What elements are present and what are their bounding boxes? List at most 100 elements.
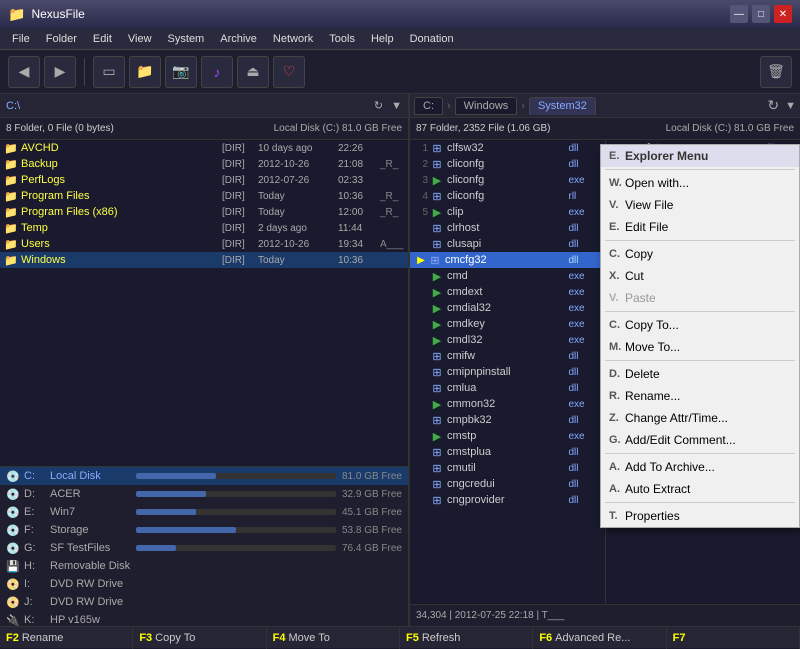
- drive-item-c[interactable]: 💿 C: Local Disk 81.0 GB Free: [0, 467, 408, 485]
- left-refresh-btn[interactable]: ↻: [374, 99, 383, 112]
- list-item[interactable]: 📁 Backup [DIR] 2012-10-26 21:08 _R_: [0, 156, 408, 172]
- favorite-button[interactable]: ♡: [273, 56, 305, 88]
- back-button[interactable]: ◀: [8, 56, 40, 88]
- menu-file[interactable]: File: [4, 31, 38, 47]
- file-icon: ⊞: [430, 493, 444, 507]
- left-file-list[interactable]: 📁 AVCHD [DIR] 10 days ago 22:26 📁 Backup…: [0, 140, 408, 466]
- ctx-rename[interactable]: R. Rename...: [601, 385, 799, 407]
- ctx-cut[interactable]: X. Cut: [601, 265, 799, 287]
- path-tab-c[interactable]: C:: [414, 97, 443, 115]
- list-item[interactable]: ⊞ cngprovider dll: [410, 492, 605, 508]
- drive-item-d[interactable]: 💿 D: ACER 32.9 GB Free: [0, 485, 408, 503]
- ctx-change-attr[interactable]: Z. Change Attr/Time...: [601, 407, 799, 429]
- new-folder-button[interactable]: 📁: [129, 56, 161, 88]
- menu-help[interactable]: Help: [363, 31, 402, 47]
- list-item[interactable]: 📁 Program Files [DIR] Today 10:36 _R_: [0, 188, 408, 204]
- menu-tools[interactable]: Tools: [321, 31, 363, 47]
- ctx-auto-extract[interactable]: A. Auto Extract: [601, 478, 799, 500]
- list-item[interactable]: ⊞ cmpbk32 dll: [410, 412, 605, 428]
- menu-network[interactable]: Network: [265, 31, 321, 47]
- ctx-view-file[interactable]: V. View File: [601, 194, 799, 216]
- list-item[interactable]: ▶ cmdkey exe: [410, 316, 605, 332]
- music-button[interactable]: ♪: [201, 56, 233, 88]
- menu-edit[interactable]: Edit: [85, 31, 120, 47]
- list-item[interactable]: ▶ ⊞ cmcfg32 dll: [410, 252, 605, 268]
- ctx-label: Copy: [625, 247, 787, 261]
- drive-item-i[interactable]: 📀 I: DVD RW Drive: [0, 575, 408, 593]
- list-item[interactable]: ⊞ cmstplua dll: [410, 444, 605, 460]
- list-item[interactable]: 📁 Windows [DIR] Today 10:36: [0, 252, 408, 268]
- list-item[interactable]: 5 ▶ clip exe: [410, 204, 605, 220]
- ctx-label: Explorer Menu: [625, 149, 787, 163]
- drive-item-h[interactable]: 💾 H: Removable Disk: [0, 557, 408, 575]
- list-item[interactable]: 📁 PerfLogs [DIR] 2012-07-26 02:33: [0, 172, 408, 188]
- bottom-f5-refresh[interactable]: F5 Refresh: [400, 627, 533, 649]
- list-item[interactable]: ▶ cmdl32 exe: [410, 332, 605, 348]
- bottom-f6-advanced[interactable]: F6 Advanced Re...: [533, 627, 666, 649]
- list-item[interactable]: ⊞ cmlua dll: [410, 380, 605, 396]
- ctx-add-comment[interactable]: G. Add/Edit Comment...: [601, 429, 799, 451]
- ctx-copy-to[interactable]: C. Copy To...: [601, 314, 799, 336]
- list-item[interactable]: 📁 Users [DIR] 2012-10-26 19:34 A___: [0, 236, 408, 252]
- ctx-explorer-menu[interactable]: E. Explorer Menu: [601, 145, 799, 167]
- ctx-edit-file[interactable]: E. Edit File: [601, 216, 799, 238]
- list-item[interactable]: ▶ cmmon32 exe: [410, 396, 605, 412]
- menu-donation[interactable]: Donation: [402, 31, 462, 47]
- ctx-move-to[interactable]: M. Move To...: [601, 336, 799, 358]
- list-item[interactable]: 3 ▶ cliconfg exe: [410, 172, 605, 188]
- list-item[interactable]: ⊞ cngcredui dll: [410, 476, 605, 492]
- maximize-button[interactable]: □: [752, 5, 770, 23]
- menu-system[interactable]: System: [160, 31, 213, 47]
- folder-button[interactable]: ▭: [93, 56, 125, 88]
- menu-archive[interactable]: Archive: [212, 31, 265, 47]
- list-item[interactable]: ▶ cmd exe: [410, 268, 605, 284]
- left-path-arrow[interactable]: ▼: [391, 100, 402, 112]
- right-path-arrow[interactable]: ▼: [785, 100, 796, 112]
- drive-item-j[interactable]: 📀 J: DVD RW Drive: [0, 593, 408, 611]
- list-item[interactable]: ▶ cmdial32 exe: [410, 300, 605, 316]
- ctx-open-with[interactable]: W. Open with...: [601, 172, 799, 194]
- list-item[interactable]: ▶ cmdext exe: [410, 284, 605, 300]
- bottom-f2-rename[interactable]: F2 Rename: [0, 627, 133, 649]
- drive-name: Win7: [50, 506, 130, 518]
- path-tab-system32[interactable]: System32: [529, 97, 596, 115]
- list-item[interactable]: ▶ cmstp exe: [410, 428, 605, 444]
- ctx-delete[interactable]: D. Delete: [601, 363, 799, 385]
- bottom-f4-move[interactable]: F4 Move To: [267, 627, 400, 649]
- screenshot-button[interactable]: 📷: [165, 56, 197, 88]
- drive-item-f[interactable]: 💿 F: Storage 53.8 GB Free: [0, 521, 408, 539]
- ctx-add-archive[interactable]: A. Add To Archive...: [601, 456, 799, 478]
- drive-item-e[interactable]: 💿 E: Win7 45.1 GB Free: [0, 503, 408, 521]
- right-file-list-left[interactable]: 1 ⊞ clfsw32 dll 2 ⊞ cliconfg dll 3 ▶ cli…: [410, 140, 606, 604]
- file-icon: ▶: [430, 429, 444, 443]
- list-item[interactable]: ⊞ cmifw dll: [410, 348, 605, 364]
- list-item[interactable]: 📁 AVCHD [DIR] 10 days ago 22:26: [0, 140, 408, 156]
- minimize-button[interactable]: —: [730, 5, 748, 23]
- list-item[interactable]: 📁 Temp [DIR] 2 days ago 11:44: [0, 220, 408, 236]
- bottom-f3-copy[interactable]: F3 Copy To: [133, 627, 266, 649]
- ctx-paste[interactable]: V. Paste: [601, 287, 799, 309]
- path-tab-windows[interactable]: Windows: [455, 97, 518, 115]
- drive-item-g[interactable]: 💿 G: SF TestFiles 76.4 GB Free: [0, 539, 408, 557]
- list-item[interactable]: 2 ⊞ cliconfg dll: [410, 156, 605, 172]
- list-item[interactable]: 1 ⊞ clfsw32 dll: [410, 140, 605, 156]
- close-button[interactable]: ✕: [774, 5, 792, 23]
- list-item[interactable]: ⊞ cmipnpinstall dll: [410, 364, 605, 380]
- drive-item-k[interactable]: 🔌 K: HP v165w: [0, 611, 408, 626]
- trash-button[interactable]: 🗑: [760, 56, 792, 88]
- list-item[interactable]: ⊞ clusapi dll: [410, 236, 605, 252]
- ctx-properties[interactable]: T. Properties: [601, 505, 799, 527]
- list-item[interactable]: 📁 Program Files (x86) [DIR] Today 12:00 …: [0, 204, 408, 220]
- list-item[interactable]: 4 ⊞ cliconfg rll: [410, 188, 605, 204]
- eject-button[interactable]: ⏏: [237, 56, 269, 88]
- right-refresh-btn[interactable]: ↻: [767, 97, 779, 114]
- list-item[interactable]: ⊞ clrhost dll: [410, 220, 605, 236]
- ctx-copy[interactable]: C. Copy: [601, 243, 799, 265]
- menu-view[interactable]: View: [120, 31, 160, 47]
- file-icon: ⊞: [430, 237, 444, 251]
- left-path-bar[interactable]: C:\ ↻ ▼: [0, 94, 408, 118]
- menu-folder[interactable]: Folder: [38, 31, 85, 47]
- bottom-f7[interactable]: F7: [667, 627, 800, 649]
- forward-button[interactable]: ▶: [44, 56, 76, 88]
- list-item[interactable]: ⊞ cmutil dll: [410, 460, 605, 476]
